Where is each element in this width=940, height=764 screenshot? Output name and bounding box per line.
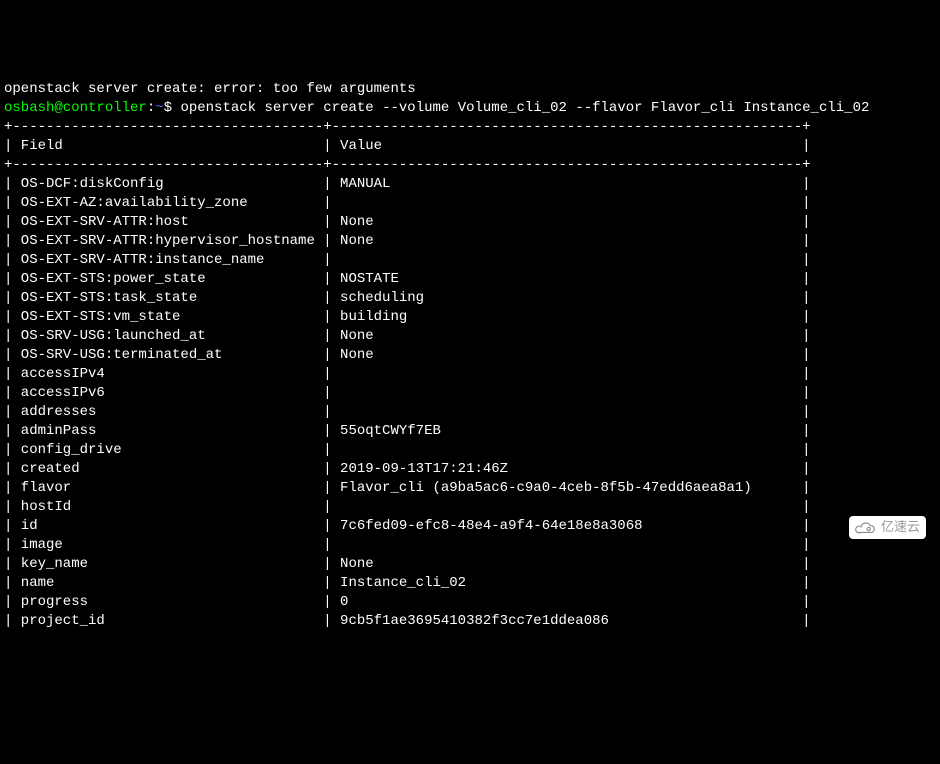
command-text: openstack server create --volume Volume_…	[180, 100, 869, 116]
prompt-line: osbash@controller:~$ openstack server cr…	[4, 99, 936, 118]
table-row: | config_drive | |	[4, 441, 936, 460]
cloud-icon	[855, 521, 877, 535]
table-row: | adminPass | 55oqtCWYf7EB |	[4, 422, 936, 441]
table-row: | accessIPv4 | |	[4, 365, 936, 384]
table-row: | accessIPv6 | |	[4, 384, 936, 403]
table-row: | OS-EXT-STS:vm_state | building |	[4, 308, 936, 327]
watermark-label: 亿速云	[881, 518, 920, 537]
table-row: | created | 2019-09-13T17:21:46Z |	[4, 460, 936, 479]
prompt-dollar: $	[164, 100, 181, 116]
table-row: | key_name | None |	[4, 555, 936, 574]
table-row: | OS-EXT-STS:task_state | scheduling |	[4, 289, 936, 308]
prompt-user-host: osbash@controller	[4, 100, 147, 116]
table-row: | OS-DCF:diskConfig | MANUAL |	[4, 175, 936, 194]
table-row: | OS-SRV-USG:launched_at | None |	[4, 327, 936, 346]
table-row: | project_id | 9cb5f1ae3695410382f3cc7e1…	[4, 612, 936, 631]
table-row: | addresses | |	[4, 403, 936, 422]
table-border: +-------------------------------------+-…	[4, 118, 936, 137]
watermark: 亿速云	[849, 516, 926, 539]
table-row: | progress | 0 |	[4, 593, 936, 612]
table-row: | image | |	[4, 536, 936, 555]
error-line: openstack server create: error: too few …	[4, 80, 936, 99]
table-row: | OS-EXT-SRV-ATTR:instance_name | |	[4, 251, 936, 270]
table-row: | hostId | |	[4, 498, 936, 517]
prompt-colon: :	[147, 100, 155, 116]
table-row: | OS-EXT-AZ:availability_zone | |	[4, 194, 936, 213]
table-row: | OS-SRV-USG:terminated_at | None |	[4, 346, 936, 365]
table-row: | name | Instance_cli_02 |	[4, 574, 936, 593]
table-row: | OS-EXT-SRV-ATTR:hypervisor_hostname | …	[4, 232, 936, 251]
prompt-path: ~	[155, 100, 163, 116]
table-border: +-------------------------------------+-…	[4, 156, 936, 175]
table-row: | OS-EXT-SRV-ATTR:host | None |	[4, 213, 936, 232]
table-row: | id | 7c6fed09-efc8-48e4-a9f4-64e18e8a3…	[4, 517, 936, 536]
table-row: | flavor | Flavor_cli (a9ba5ac6-c9a0-4ce…	[4, 479, 936, 498]
table-header: | Field | Value |	[4, 137, 936, 156]
table-row: | OS-EXT-STS:power_state | NOSTATE |	[4, 270, 936, 289]
terminal-output[interactable]: openstack server create: error: too few …	[4, 80, 936, 631]
